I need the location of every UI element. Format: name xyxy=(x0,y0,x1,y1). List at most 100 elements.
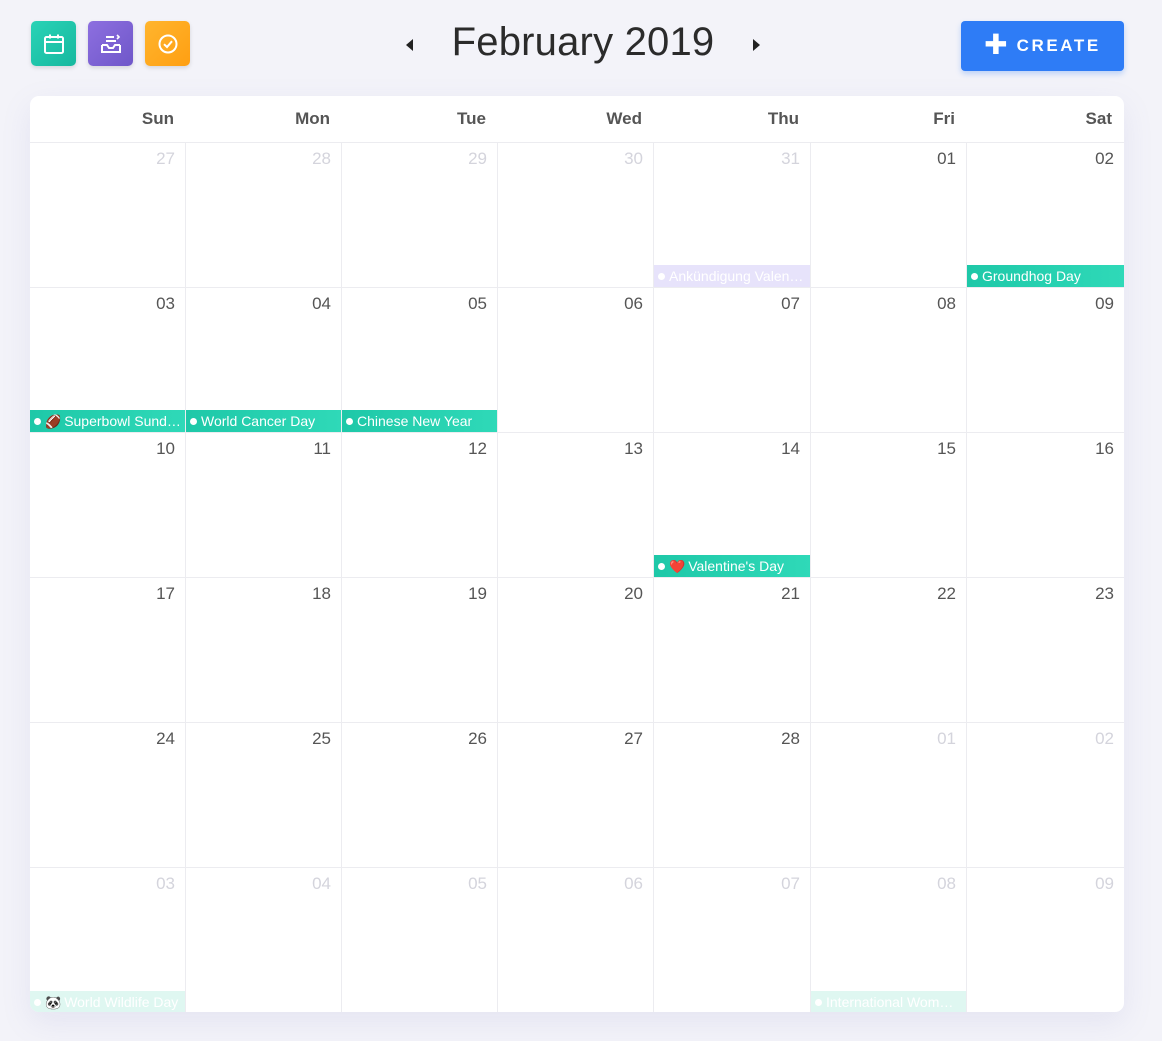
day-cell[interactable]: 08 xyxy=(811,288,967,433)
day-number: 26 xyxy=(468,729,487,748)
calendar-event[interactable]: Ankündigung Valen… xyxy=(654,265,810,287)
previous-month-button[interactable] xyxy=(401,36,417,54)
event-label: Valentine's Day xyxy=(688,558,784,574)
day-number: 18 xyxy=(312,584,331,603)
day-number: 01 xyxy=(937,149,956,168)
day-number: 05 xyxy=(468,874,487,893)
day-cell[interactable]: 02 Groundhog Day xyxy=(967,143,1124,288)
day-cell[interactable]: 01 xyxy=(811,143,967,288)
day-cell[interactable]: 03 🐼 World Wildlife Day xyxy=(30,868,186,1012)
day-cell[interactable]: 01 xyxy=(811,723,967,868)
calendar-view-button[interactable] xyxy=(31,21,76,66)
day-number: 09 xyxy=(1095,874,1114,893)
day-cell[interactable]: 04 xyxy=(186,868,342,1012)
day-cell[interactable]: 27 xyxy=(30,143,186,288)
calendar-icon xyxy=(43,34,64,54)
day-number: 07 xyxy=(781,874,800,893)
chevron-left-icon xyxy=(406,39,413,51)
day-cell[interactable]: 19 xyxy=(342,578,498,723)
day-number: 21 xyxy=(781,584,800,603)
day-number: 25 xyxy=(312,729,331,748)
day-number: 04 xyxy=(312,294,331,313)
calendar-event[interactable]: 🐼 World Wildlife Day xyxy=(30,991,185,1012)
day-cell[interactable]: 05 xyxy=(342,868,498,1012)
calendar-event[interactable]: Groundhog Day xyxy=(967,265,1124,287)
day-cell[interactable]: 12 xyxy=(342,433,498,578)
weekday-label-thu: Thu xyxy=(767,109,799,128)
day-cell[interactable]: 25 xyxy=(186,723,342,868)
day-cell[interactable]: 08 International Wom… xyxy=(811,868,967,1012)
calendar-event[interactable]: 🏈 Superbowl Sund… xyxy=(30,410,185,432)
day-cell[interactable]: 28 xyxy=(186,143,342,288)
day-number: 30 xyxy=(624,149,643,168)
day-number: 03 xyxy=(156,874,175,893)
day-cell[interactable]: 06 xyxy=(498,868,654,1012)
check-circle-icon xyxy=(158,34,177,53)
day-cell[interactable]: 30 xyxy=(498,143,654,288)
day-cell[interactable]: 10 xyxy=(30,433,186,578)
weekday-label-mon: Mon xyxy=(295,109,330,128)
calendar-event[interactable]: International Wom… xyxy=(811,991,966,1012)
day-number: 28 xyxy=(312,149,331,168)
day-number: 20 xyxy=(624,584,643,603)
event-emoji-icon: ❤️ xyxy=(669,559,686,574)
inbox-icon xyxy=(100,33,121,53)
day-number: 15 xyxy=(937,439,956,458)
day-cell[interactable]: 09 xyxy=(967,288,1124,433)
day-number: 27 xyxy=(156,149,175,168)
day-cell[interactable]: 07 xyxy=(654,288,811,433)
day-cell[interactable]: 04 World Cancer Day xyxy=(186,288,342,433)
day-number: 07 xyxy=(781,294,800,313)
day-cell[interactable]: 05 Chinese New Year xyxy=(342,288,498,433)
day-number: 22 xyxy=(937,584,956,603)
day-cell[interactable]: 15 xyxy=(811,433,967,578)
day-number: 08 xyxy=(937,874,956,893)
weekday-label-fri: Fri xyxy=(933,109,955,128)
month-title: February 2019 xyxy=(451,20,715,64)
day-number: 06 xyxy=(624,294,643,313)
day-cell[interactable]: 07 xyxy=(654,868,811,1012)
day-number: 29 xyxy=(468,149,487,168)
day-number: 06 xyxy=(624,874,643,893)
day-cell[interactable]: 31 Ankündigung Valen… xyxy=(654,143,811,288)
day-number: 31 xyxy=(781,149,800,168)
inbox-view-button[interactable] xyxy=(88,21,133,66)
day-cell[interactable]: 03 🏈 Superbowl Sund… xyxy=(30,288,186,433)
day-cell[interactable]: 14 ❤️ Valentine's Day xyxy=(654,433,811,578)
next-month-button[interactable] xyxy=(749,36,765,54)
day-cell[interactable]: 29 xyxy=(342,143,498,288)
event-emoji-icon: 🏈 xyxy=(45,414,62,429)
day-number: 08 xyxy=(937,294,956,313)
day-cell[interactable]: 06 xyxy=(498,288,654,433)
day-cell[interactable]: 11 xyxy=(186,433,342,578)
event-label: World Wildlife Day xyxy=(64,994,179,1010)
day-number: 04 xyxy=(312,874,331,893)
tasks-view-button[interactable] xyxy=(145,21,190,66)
calendar-event[interactable]: World Cancer Day xyxy=(186,410,341,432)
day-cell[interactable]: 16 xyxy=(967,433,1124,578)
day-cell[interactable]: 21 xyxy=(654,578,811,723)
day-cell[interactable]: 28 xyxy=(654,723,811,868)
day-number: 17 xyxy=(156,584,175,603)
event-emoji-icon: 🐼 xyxy=(45,995,62,1010)
calendar-event[interactable]: Chinese New Year xyxy=(342,410,497,432)
day-cell[interactable]: 22 xyxy=(811,578,967,723)
day-cell[interactable]: 23 xyxy=(967,578,1124,723)
day-cell[interactable]: 09 xyxy=(967,868,1124,1012)
day-cell[interactable]: 13 xyxy=(498,433,654,578)
day-number: 11 xyxy=(313,439,331,458)
day-cell[interactable]: 20 xyxy=(498,578,654,723)
day-cell[interactable]: 24 xyxy=(30,723,186,868)
month-calendar: Sun Mon Tue Wed Thu Fri Sat 27 28 29 30 31 Ankündig… xyxy=(30,96,1124,1012)
day-cell[interactable]: 27 xyxy=(498,723,654,868)
calendar-event[interactable]: ❤️ Valentine's Day xyxy=(654,555,810,577)
day-number: 12 xyxy=(468,439,487,458)
day-number: 03 xyxy=(156,294,175,313)
day-number: 19 xyxy=(468,584,487,603)
create-button[interactable]: ✚ CREATE xyxy=(961,21,1124,71)
day-cell[interactable]: 18 xyxy=(186,578,342,723)
day-cell[interactable]: 26 xyxy=(342,723,498,868)
day-cell[interactable]: 02 xyxy=(967,723,1124,868)
day-cell[interactable]: 17 xyxy=(30,578,186,723)
day-number: 23 xyxy=(1095,584,1114,603)
